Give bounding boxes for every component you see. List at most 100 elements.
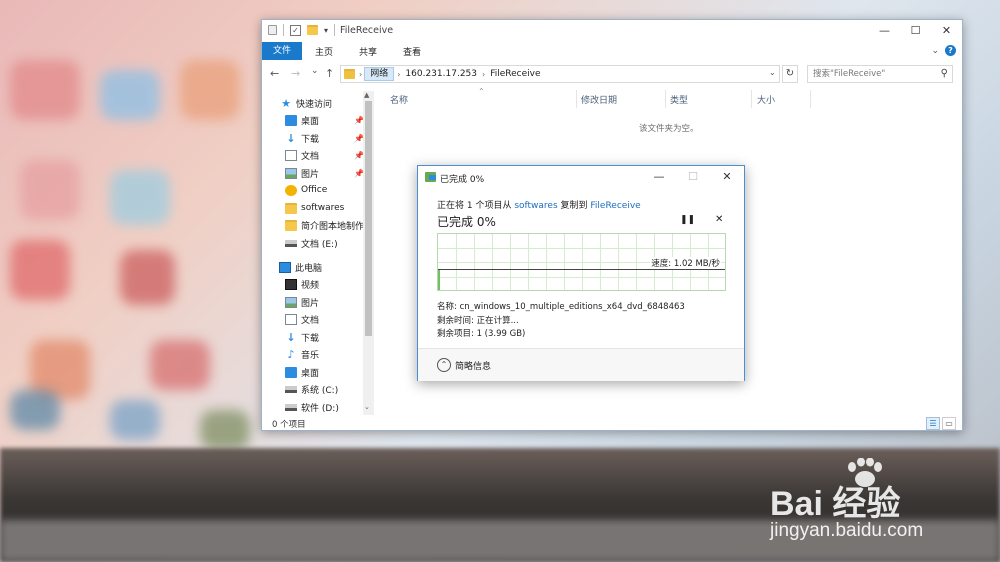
- refresh-button[interactable]: ↻: [782, 65, 798, 83]
- watermark-url: jingyan.baidu.com: [770, 520, 924, 541]
- status-bar: 0 个项目 ☰ ▭: [262, 415, 962, 432]
- scroll-down-icon[interactable]: ⌄: [364, 403, 370, 411]
- nav-drive-d[interactable]: 软件 (D:): [285, 399, 339, 415]
- document-icon: [285, 149, 297, 161]
- forward-button[interactable]: →: [291, 67, 300, 80]
- column-divider[interactable]: [751, 90, 752, 108]
- tab-file[interactable]: 文件: [262, 42, 302, 60]
- nav-this-pc[interactable]: 此电脑: [279, 259, 322, 275]
- background-blob: [10, 390, 60, 430]
- nav-downloads[interactable]: ↓ 下载: [285, 130, 319, 146]
- scroll-up-icon[interactable]: ▲: [364, 91, 369, 99]
- minimize-button[interactable]: —: [869, 20, 900, 42]
- nav-pictures[interactable]: 图片: [285, 165, 319, 181]
- nav-label: 此电脑: [295, 263, 323, 274]
- maximize-button: ☐: [688, 170, 698, 183]
- nav-intro-folder[interactable]: 简介图本地制作: [285, 217, 364, 233]
- background-blob: [10, 60, 80, 120]
- expand-ribbon-icon[interactable]: ⌄: [931, 46, 939, 56]
- up-button[interactable]: ↑: [325, 67, 334, 80]
- nav-pc-desktop[interactable]: 桌面: [285, 364, 319, 380]
- breadcrumb-network[interactable]: 网络: [364, 67, 395, 81]
- nav-desktop[interactable]: 桌面: [285, 112, 319, 128]
- copy-description: 正在将 1 个项目从 softwares 复制到 FileReceive: [437, 198, 641, 211]
- cancel-copy-button[interactable]: ✕: [715, 214, 723, 225]
- tab-view[interactable]: 查看: [390, 45, 434, 58]
- background-blob: [180, 60, 240, 120]
- nav-label: 简介图本地制作: [301, 221, 365, 232]
- download-icon: ↓: [286, 330, 296, 344]
- nav-drive-e[interactable]: 文档 (E:): [285, 235, 338, 251]
- breadcrumb-folder[interactable]: FileReceive: [485, 69, 545, 79]
- column-divider[interactable]: [810, 90, 811, 108]
- copy-prefix: 正在将 1 个项目从: [437, 201, 515, 211]
- nav-videos[interactable]: 视频: [285, 276, 319, 292]
- title-bar[interactable]: ✓ ▾ FileReceive — ☐ ✕: [262, 20, 962, 42]
- recent-locations-button[interactable]: ⌄: [311, 66, 319, 76]
- back-button[interactable]: ←: [270, 67, 279, 80]
- nav-pc-documents[interactable]: 文档: [285, 311, 319, 327]
- nav-scrollbar[interactable]: ▲ ⌄: [363, 91, 374, 415]
- tab-home[interactable]: 主页: [302, 45, 346, 58]
- nav-drive-c[interactable]: 系统 (C:): [285, 381, 338, 397]
- nav-pc-downloads[interactable]: ↓ 下载: [285, 329, 319, 345]
- nav-softwares[interactable]: softwares: [285, 200, 344, 216]
- drive-icon: [285, 239, 297, 247]
- close-button[interactable]: ✕: [931, 20, 962, 42]
- address-input[interactable]: › 网络 › 160.231.17.253 › FileReceive: [340, 65, 780, 83]
- help-icon[interactable]: ?: [945, 45, 956, 56]
- nav-pc-pictures[interactable]: 图片: [285, 294, 319, 310]
- separator: [283, 24, 284, 36]
- large-icons-view-icon[interactable]: ▭: [942, 417, 956, 430]
- nav-label: 快速访问: [296, 99, 333, 110]
- column-divider[interactable]: [665, 90, 666, 108]
- navigation-pane: ★ 快速访问 桌面 📌 ↓ 下载 📌 文档 📌 图片 📌 Office soft…: [262, 90, 374, 415]
- office-icon: [285, 184, 297, 196]
- source-link[interactable]: softwares: [514, 201, 557, 211]
- background-blob: [110, 170, 170, 225]
- details-view-icon[interactable]: ☰: [926, 417, 940, 430]
- new-folder-icon[interactable]: [307, 25, 318, 35]
- close-button[interactable]: ✕: [710, 166, 744, 188]
- ribbon-right: ⌄ ?: [931, 45, 956, 56]
- search-input[interactable]: 搜索"FileReceive" ⚲: [807, 65, 953, 83]
- breadcrumb-host[interactable]: 160.231.17.253: [400, 69, 482, 79]
- background-blob: [20, 160, 80, 220]
- column-modified[interactable]: 修改日期: [581, 93, 617, 106]
- customize-toolbar-icon[interactable]: ▾: [324, 26, 328, 35]
- sort-ascending-icon: ⌃: [478, 87, 485, 96]
- column-type[interactable]: 类型: [670, 93, 688, 106]
- nav-label: 文档 (E:): [301, 239, 338, 250]
- picture-icon: [285, 167, 297, 179]
- nav-office[interactable]: Office: [285, 182, 327, 198]
- pause-button[interactable]: ❚❚: [680, 215, 695, 225]
- download-icon: ↓: [286, 131, 296, 145]
- target-link[interactable]: FileReceive: [590, 201, 640, 211]
- properties-icon[interactable]: ✓: [290, 24, 301, 36]
- nav-music[interactable]: ♪ 音乐: [285, 346, 319, 362]
- nav-quick-access[interactable]: ★ 快速访问: [280, 95, 332, 111]
- search-icon[interactable]: ⚲: [941, 66, 948, 82]
- copy-progress-dialog: 已完成 0% — ☐ ✕ 正在将 1 个项目从 softwares 复制到 Fi…: [417, 165, 745, 381]
- separator: [334, 24, 336, 36]
- column-name[interactable]: 名称: [390, 93, 408, 106]
- ribbon-tabs: 文件 主页 共享 查看 ⌄ ?: [262, 42, 962, 60]
- minimize-button[interactable]: —: [642, 166, 676, 188]
- column-size[interactable]: 大小: [757, 93, 775, 106]
- nav-documents[interactable]: 文档: [285, 147, 319, 163]
- nav-label: softwares: [301, 203, 345, 213]
- fewer-details-button[interactable]: ⌃ 简略信息: [437, 358, 491, 372]
- dialog-controls: — ☐ ✕: [642, 166, 744, 188]
- document-icon: [285, 313, 297, 325]
- background-blob: [200, 410, 250, 450]
- address-dropdown-icon[interactable]: ⌄: [769, 68, 776, 77]
- items-remaining: 剩余项目: 1 (3.99 GB): [437, 329, 526, 339]
- tab-share[interactable]: 共享: [346, 45, 390, 58]
- drive-icon: [285, 403, 297, 411]
- column-divider[interactable]: [576, 90, 577, 108]
- nav-label: 桌面: [301, 368, 320, 379]
- scrollbar-thumb[interactable]: [365, 101, 372, 336]
- dialog-title-bar[interactable]: 已完成 0% — ☐ ✕: [418, 166, 744, 188]
- maximize-button[interactable]: ☐: [900, 20, 931, 42]
- chevron-right-icon[interactable]: ›: [359, 70, 362, 79]
